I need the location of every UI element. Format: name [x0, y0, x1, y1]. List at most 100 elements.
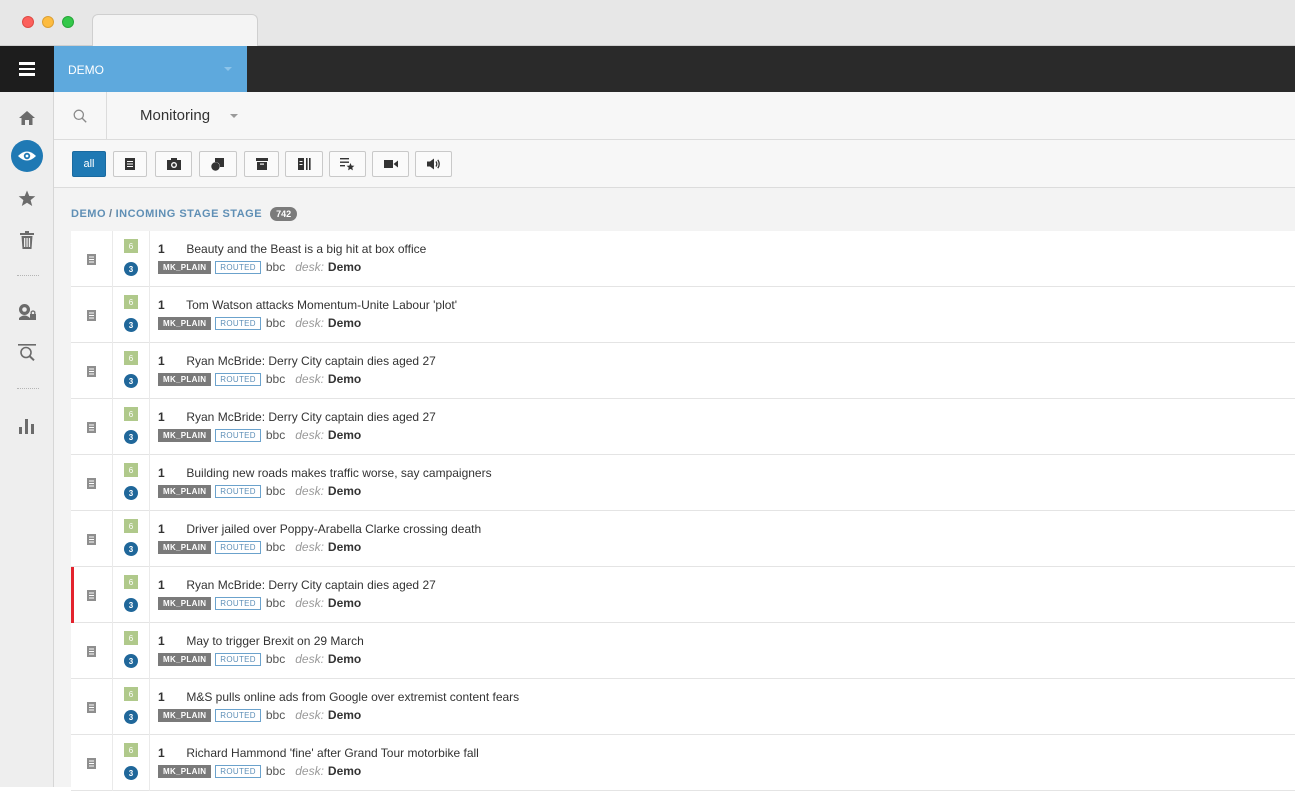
sidebar-item-home[interactable]	[0, 100, 54, 136]
item-version: 1	[158, 634, 165, 648]
item-source: bbc	[265, 316, 286, 330]
filter-text-button[interactable]	[113, 151, 147, 177]
list-item[interactable]: 6 3 1 Ryan McBride: Derry City captain d…	[71, 567, 1295, 623]
filter-video-button[interactable]	[372, 151, 409, 177]
urgency-badge: 6	[124, 575, 138, 589]
list-item[interactable]: 6 3 1 May to trigger Brexit on 29 March …	[71, 623, 1295, 679]
filter-highlight-button[interactable]	[285, 151, 323, 177]
item-desk-name: Demo	[327, 708, 362, 722]
urgency-badge: 6	[124, 687, 138, 701]
item-state-cell: 6 3	[113, 455, 150, 511]
sidebar-divider	[17, 388, 39, 389]
window-maximize-button[interactable]	[62, 16, 74, 28]
urgency-badge: 6	[124, 351, 138, 365]
item-profile-tag: MK_PLAIN	[158, 372, 212, 386]
text-item-icon	[87, 533, 96, 545]
item-headline: Driver jailed over Poppy-Arabella Clarke…	[186, 522, 482, 536]
list-item[interactable]: 6 3 1 M&S pulls online ads from Google o…	[71, 679, 1295, 735]
window-close-button[interactable]	[22, 16, 34, 28]
chevron-down-icon[interactable]	[230, 114, 238, 118]
list-item[interactable]: 6 3 1 Beauty and the Beast is a big hit …	[71, 231, 1295, 287]
monitoring-content: DEMO / INCOMING STAGE STAGE 742 6 3 1 Be…	[54, 188, 1295, 791]
home-icon	[19, 111, 35, 125]
browser-tab[interactable]	[92, 14, 258, 46]
eye-icon	[18, 151, 36, 161]
list-item[interactable]: 6 3 1 Richard Hammond 'fine' after Grand…	[71, 735, 1295, 791]
sidebar-item-user-search[interactable]	[0, 294, 54, 330]
trash-icon	[20, 231, 34, 249]
item-profile-tag: MK_PLAIN	[158, 316, 212, 330]
item-headline: M&S pulls online ads from Google over ex…	[186, 690, 520, 704]
item-source: bbc	[265, 708, 286, 722]
item-desk-name: Demo	[327, 372, 362, 386]
item-type-cell	[71, 511, 113, 567]
item-desk-label: desk:	[295, 260, 324, 274]
item-state-cell: 6 3	[113, 679, 150, 735]
list-item[interactable]: 6 3 1 Building new roads makes traffic w…	[71, 455, 1295, 511]
search-list-icon	[18, 344, 36, 361]
sidebar-item-highlights[interactable]	[0, 180, 54, 216]
filter-composite-button[interactable]	[244, 151, 279, 177]
item-profile-tag: MK_PLAIN	[158, 764, 212, 778]
text-item-icon	[87, 253, 96, 265]
menu-button[interactable]	[0, 46, 54, 92]
filter-audio-button[interactable]	[415, 151, 452, 177]
search-button[interactable]	[54, 92, 107, 139]
text-item-icon	[87, 421, 96, 433]
item-state-cell: 6 3	[113, 343, 150, 399]
item-desk-name: Demo	[327, 260, 362, 274]
item-version: 1	[158, 466, 165, 480]
sidebar-item-global-search[interactable]	[0, 334, 54, 370]
item-headline: May to trigger Brexit on 29 March	[186, 634, 364, 648]
desk-dropdown-label: DEMO	[68, 63, 104, 77]
item-state-label: ROUTED	[215, 652, 261, 666]
item-version: 1	[158, 410, 165, 424]
sidebar-item-monitoring[interactable]	[0, 138, 54, 174]
item-state-cell: 6 3	[113, 399, 150, 455]
item-desk-label: desk:	[295, 596, 324, 610]
text-item-icon	[87, 701, 96, 713]
item-desk-label: desk:	[295, 652, 324, 666]
item-state-cell: 6 3	[113, 567, 150, 623]
item-details: 1 M&S pulls online ads from Google over …	[158, 690, 519, 722]
search-icon	[73, 109, 87, 123]
desk-dropdown[interactable]: DEMO	[54, 46, 247, 92]
item-state-cell: 6 3	[113, 735, 150, 791]
list-item[interactable]: 6 3 1 Tom Watson attacks Momentum-Unite …	[71, 287, 1295, 343]
filter-all-button[interactable]: all	[72, 151, 106, 177]
list-item[interactable]: 6 3 1 Ryan McBride: Derry City captain d…	[71, 399, 1295, 455]
item-headline: Ryan McBride: Derry City captain dies ag…	[186, 410, 436, 424]
item-version: 1	[158, 242, 165, 256]
filter-starred-button[interactable]	[329, 151, 366, 177]
item-desk-name: Demo	[327, 596, 362, 610]
text-item-icon	[87, 589, 96, 601]
priority-badge: 3	[124, 430, 138, 444]
urgency-badge: 6	[124, 463, 138, 477]
view-selector[interactable]: Monitoring	[140, 107, 210, 124]
group-stage-name: INCOMING STAGE STAGE	[115, 208, 263, 220]
item-version: 1	[158, 522, 165, 536]
list-item[interactable]: 6 3 1 Driver jailed over Poppy-Arabella …	[71, 511, 1295, 567]
item-state-cell: 6 3	[113, 623, 150, 679]
sidebar-item-spike[interactable]	[0, 222, 54, 258]
item-type-cell	[71, 343, 113, 399]
sidebar-divider	[17, 275, 39, 276]
filter-graphic-button[interactable]	[199, 151, 237, 177]
filter-picture-button[interactable]	[155, 151, 192, 177]
item-desk-name: Demo	[327, 540, 362, 554]
item-headline: Ryan McBride: Derry City captain dies ag…	[186, 578, 436, 592]
sidebar-item-analytics[interactable]	[0, 408, 54, 444]
urgency-badge: 6	[124, 295, 138, 309]
item-profile-tag: MK_PLAIN	[158, 652, 212, 666]
priority-badge: 3	[124, 654, 138, 668]
priority-badge: 3	[124, 542, 138, 556]
item-desk-name: Demo	[327, 316, 362, 330]
item-type-cell	[71, 399, 113, 455]
priority-badge: 3	[124, 262, 138, 276]
item-details: 1 Richard Hammond 'fine' after Grand Tou…	[158, 746, 479, 778]
item-desk-label: desk:	[295, 764, 324, 778]
list-item[interactable]: 6 3 1 Ryan McBride: Derry City captain d…	[71, 343, 1295, 399]
window-minimize-button[interactable]	[42, 16, 54, 28]
priority-badge: 3	[124, 598, 138, 612]
item-state-label: ROUTED	[215, 260, 261, 274]
